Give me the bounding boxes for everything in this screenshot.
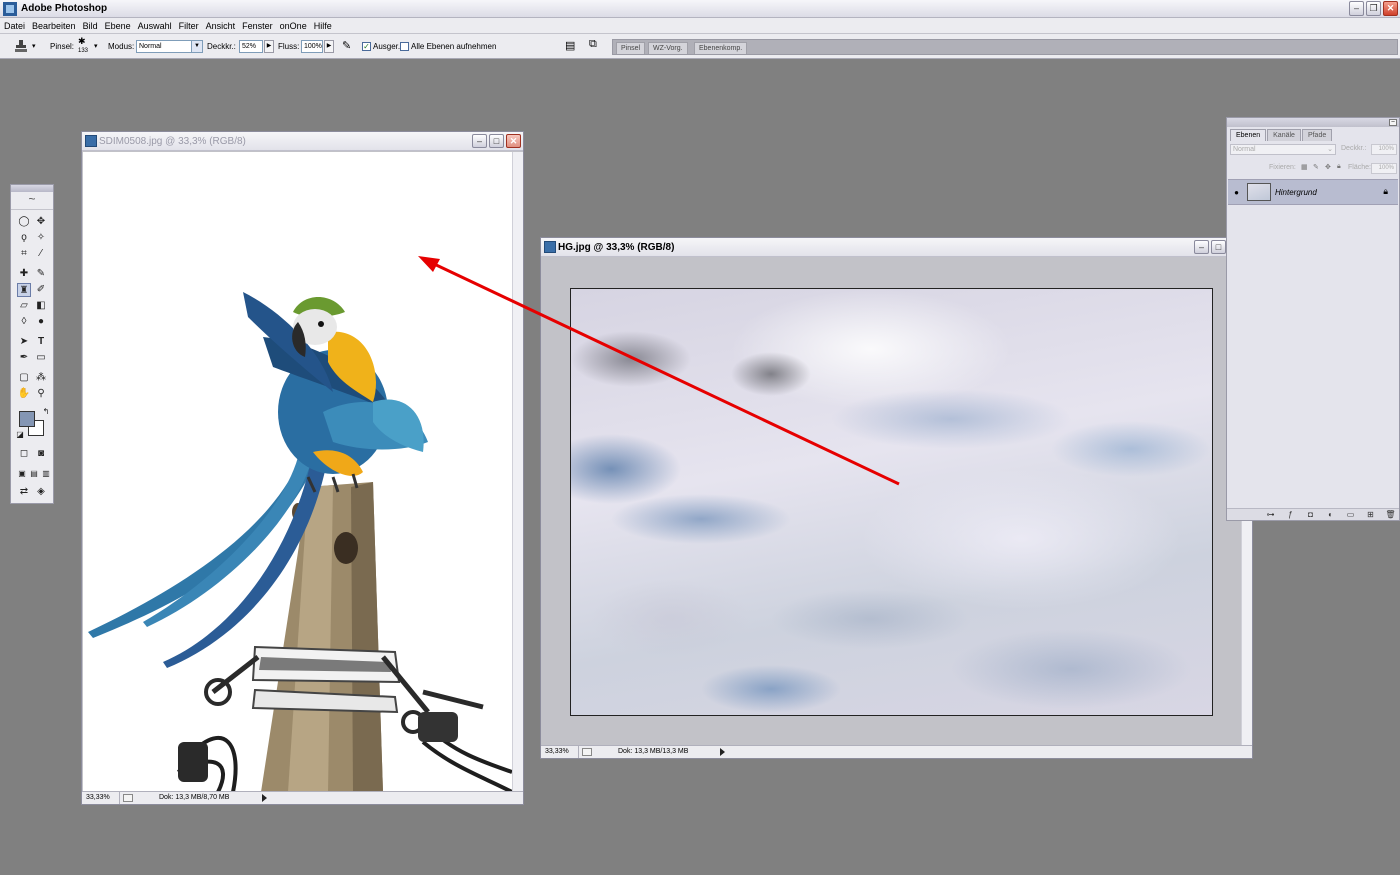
annotation-arrow — [418, 256, 900, 486]
